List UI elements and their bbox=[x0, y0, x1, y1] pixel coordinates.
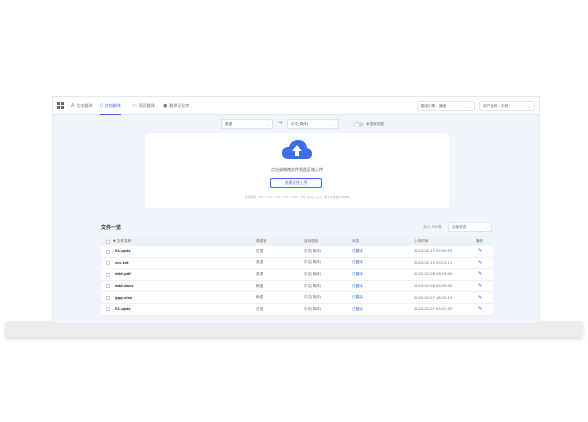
target-language: 中文(简体) bbox=[304, 306, 322, 311]
table-row[interactable]: ddd.docx 韩语 中文(简体) 已翻译 2023-02-08 09:25:… bbox=[101, 281, 493, 293]
upload-prompt: 点击或拖拽文件到此区域上传 bbox=[271, 167, 323, 172]
upload-hint: 支持格式：txt、docx、xlsx、doc、pptx、pdf、jpeg、png… bbox=[244, 195, 350, 199]
tab-label: 网页翻译 bbox=[138, 103, 155, 108]
tab-memory[interactable]: ● 翻译记忆库 bbox=[163, 97, 189, 115]
source-language: 英语 bbox=[256, 271, 264, 276]
chevron-down-icon: ⌄ bbox=[484, 224, 488, 230]
chevron-down-icon: ⌄ bbox=[527, 103, 531, 109]
table-row[interactable]: ddd.pdf 英语 中文(简体) 已翻译 2023-02-08 18:24:0… bbox=[101, 269, 493, 281]
column-header-actions: 操作 bbox=[476, 238, 484, 243]
status-filter-value: 全部状态 bbox=[452, 224, 467, 229]
file-count: 总计 300条 bbox=[423, 225, 442, 229]
file-name[interactable]: ggg.xlsx bbox=[115, 292, 132, 303]
table-row[interactable]: 01.pptx 日语 中文(简体) 已翻译 2023-02-15 09:20:5… bbox=[101, 246, 493, 258]
edit-icon[interactable]: ✎ bbox=[478, 258, 482, 269]
source-language: 韩语 bbox=[256, 283, 264, 288]
target-language-select[interactable]: 中文(简体) ⌄ bbox=[287, 119, 339, 129]
file-table: ▼ 文件名称 源语言 目标语言 状态 上传时间 操作 01.pptx 日语 中文… bbox=[101, 236, 493, 316]
row-checkbox[interactable] bbox=[106, 307, 110, 312]
upload-time: 2023-02-07 09:41:52 bbox=[414, 307, 453, 312]
app-window: A 文本翻译 ▯ 文档翻译 ▭ 网页翻译 ● 翻译记忆库 翻译引擎：通用 ⌄ 用… bbox=[52, 96, 540, 324]
termbase-toggle[interactable] bbox=[354, 122, 364, 127]
chevron-down-icon: ⌄ bbox=[265, 121, 269, 127]
text-icon: A bbox=[71, 103, 75, 109]
source-language-select[interactable]: 英语 ⌄ bbox=[221, 119, 273, 129]
target-language: 中文(简体) bbox=[304, 271, 322, 276]
row-checkbox[interactable] bbox=[106, 249, 110, 254]
cloud-upload-icon bbox=[282, 140, 312, 159]
select-file-button[interactable]: 选择文件上传 bbox=[270, 178, 322, 188]
upload-time: 2023-02-08 18:24:00 bbox=[414, 272, 453, 277]
status-badge: 已翻译 bbox=[352, 260, 363, 265]
edit-icon[interactable]: ✎ bbox=[478, 281, 482, 292]
table-row[interactable]: 01.pptx 日语 中文(简体) 已翻译 2023-02-07 09:41:5… bbox=[101, 304, 493, 316]
table-row[interactable]: ggg.xlsx 韩语 中文(简体) 已翻译 2023-02-07 18:20:… bbox=[101, 292, 493, 304]
tab-label: 翻译记忆库 bbox=[169, 103, 190, 108]
source-language-value: 英语 bbox=[225, 121, 233, 126]
table-row[interactable]: ccc.txt 英语 中文(简体) 已翻译 2023-02-15 09:12:1… bbox=[101, 258, 493, 270]
status-badge: 已翻译 bbox=[352, 306, 363, 311]
status-badge: 已翻译 bbox=[352, 283, 363, 288]
file-name[interactable]: ccc.txt bbox=[115, 258, 129, 269]
top-nav: A 文本翻译 ▯ 文档翻译 ▭ 网页翻译 ● 翻译记忆库 翻译引擎：通用 ⌄ 用… bbox=[53, 97, 539, 115]
termbase-toggle-label: 术语库匹配 bbox=[366, 122, 384, 126]
chevron-down-icon: ⌄ bbox=[467, 103, 471, 109]
edit-icon[interactable]: ✎ bbox=[478, 304, 482, 315]
target-language: 中文(简体) bbox=[304, 248, 322, 253]
column-header-target: 目标语言 bbox=[304, 238, 319, 243]
target-language: 中文(简体) bbox=[304, 295, 322, 300]
swap-arrow-icon[interactable]: → bbox=[278, 120, 282, 126]
target-language: 中文(简体) bbox=[304, 283, 322, 288]
column-header-time: 上传时间 bbox=[414, 238, 429, 243]
source-language: 日语 bbox=[256, 248, 264, 253]
upload-time: 2023-02-07 18:20:13 bbox=[414, 295, 453, 300]
engine-select[interactable]: 翻译引擎：通用 ⌄ bbox=[417, 101, 475, 111]
edit-icon[interactable]: ✎ bbox=[478, 292, 482, 303]
column-header-status: 状态 bbox=[352, 238, 360, 243]
chevron-down-icon: ⌄ bbox=[331, 121, 335, 127]
tab-label: 文本翻译 bbox=[76, 103, 93, 108]
status-filter-select[interactable]: 全部状态 ⌄ bbox=[448, 222, 492, 232]
edit-icon[interactable]: ✎ bbox=[478, 269, 482, 280]
user-select-value: 用户名称：示例 bbox=[483, 103, 509, 108]
tab-document-translate[interactable]: ▯ 文档翻译 bbox=[100, 97, 121, 115]
file-list-title: 文件一览 bbox=[101, 225, 122, 231]
target-language-value: 中文(简体) bbox=[291, 121, 309, 126]
row-checkbox[interactable] bbox=[106, 295, 110, 300]
tab-label: 文档翻译 bbox=[104, 102, 121, 108]
stage: A 文本翻译 ▯ 文档翻译 ▭ 网页翻译 ● 翻译记忆库 翻译引擎：通用 ⌄ 用… bbox=[0, 0, 588, 422]
user-icon: ● bbox=[163, 103, 168, 109]
edit-icon[interactable]: ✎ bbox=[478, 246, 482, 257]
monitor-icon: ▭ bbox=[132, 103, 137, 109]
row-checkbox[interactable] bbox=[106, 272, 110, 277]
file-name[interactable]: ddd.docx bbox=[115, 281, 134, 292]
tab-web-translate[interactable]: ▭ 网页翻译 bbox=[132, 97, 155, 115]
engine-select-value: 翻译引擎：通用 bbox=[421, 103, 447, 108]
document-icon: ▯ bbox=[100, 102, 103, 109]
upload-dropzone[interactable]: 点击或拖拽文件到此区域上传 选择文件上传 支持格式：txt、docx、xlsx、… bbox=[145, 133, 449, 208]
select-all-checkbox[interactable] bbox=[106, 239, 110, 244]
file-name[interactable]: 01.pptx bbox=[115, 246, 131, 257]
target-language: 中文(简体) bbox=[304, 260, 322, 265]
source-language: 英语 bbox=[256, 260, 264, 265]
user-select[interactable]: 用户名称：示例 ⌄ bbox=[479, 101, 535, 111]
file-name[interactable]: 01.pptx bbox=[115, 304, 131, 315]
source-language: 日语 bbox=[256, 306, 264, 311]
status-badge: 已翻译 bbox=[352, 248, 363, 253]
apps-grid-icon[interactable] bbox=[57, 102, 64, 109]
status-badge: 已翻译 bbox=[352, 295, 363, 300]
file-name[interactable]: ddd.pdf bbox=[115, 269, 131, 280]
upload-time: 2023-02-08 09:25:42 bbox=[414, 284, 453, 289]
table-header: ▼ 文件名称 源语言 目标语言 状态 上传时间 操作 bbox=[101, 236, 493, 246]
source-language: 韩语 bbox=[256, 295, 264, 300]
tab-text-translate[interactable]: A 文本翻译 bbox=[71, 97, 92, 115]
upload-time: 2023-02-15 09:20:53 bbox=[414, 249, 453, 254]
row-checkbox[interactable] bbox=[106, 261, 110, 266]
status-badge: 已翻译 bbox=[352, 271, 363, 276]
row-checkbox[interactable] bbox=[106, 284, 110, 289]
upload-time: 2023-02-15 09:12:13 bbox=[414, 260, 453, 265]
column-header-source: 源语言 bbox=[256, 238, 267, 243]
column-header-name[interactable]: ▼ 文件名称 bbox=[113, 236, 131, 246]
toggle-knob bbox=[354, 122, 359, 127]
